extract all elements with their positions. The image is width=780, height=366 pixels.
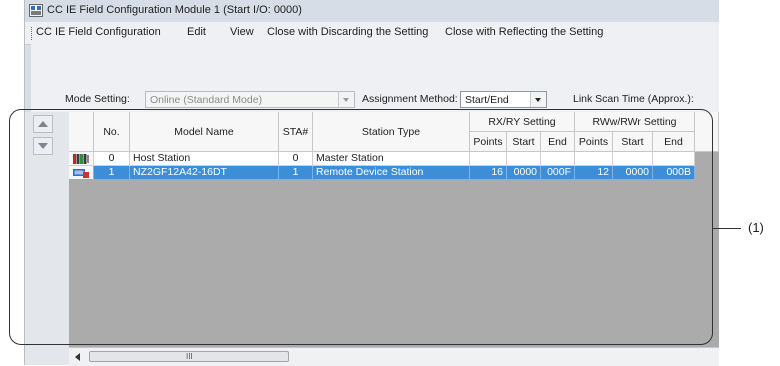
title-bar: CC IE Field Configuration Module 1 (Star…	[25, 0, 719, 22]
mode-setting-label: Mode Setting:	[65, 93, 130, 105]
annotation-label: (1)	[748, 220, 764, 235]
window-title: CC IE Field Configuration Module 1 (Star…	[47, 4, 302, 16]
horizontal-scrollbar[interactable]: III	[69, 347, 719, 366]
chevron-down-icon	[338, 92, 354, 107]
assignment-method-label: Assignment Method:	[362, 93, 458, 105]
link-scan-time-label: Link Scan Time (Approx.):	[573, 93, 694, 105]
chevron-down-icon[interactable]	[530, 92, 546, 107]
menu-edit[interactable]: Edit	[187, 26, 206, 38]
annotation-callout-box	[9, 109, 713, 345]
scroll-thumb[interactable]: III	[89, 351, 289, 362]
menu-cc-ie-field-configuration[interactable]: CC IE Field Configuration	[36, 26, 161, 38]
scroll-left-button[interactable]	[71, 351, 85, 363]
assignment-method-select[interactable]: Start/End	[460, 91, 547, 108]
menu-view[interactable]: View	[230, 26, 254, 38]
annotation-leader-line	[713, 228, 741, 229]
menu-bar: CC IE Field Configuration Edit View Clos…	[25, 22, 719, 45]
toolbar-grip[interactable]	[31, 27, 34, 40]
app-icon	[29, 4, 43, 17]
mode-setting-select: Online (Standard Mode)	[145, 91, 355, 108]
mode-setting-value: Online (Standard Mode)	[150, 94, 263, 106]
arrow-left-icon	[75, 353, 80, 361]
scroll-thumb-grip: III	[186, 352, 193, 361]
menu-close-reflecting[interactable]: Close with Reflecting the Setting	[445, 26, 603, 38]
menu-close-discarding[interactable]: Close with Discarding the Setting	[267, 26, 428, 38]
assignment-method-value: Start/End	[465, 94, 509, 106]
